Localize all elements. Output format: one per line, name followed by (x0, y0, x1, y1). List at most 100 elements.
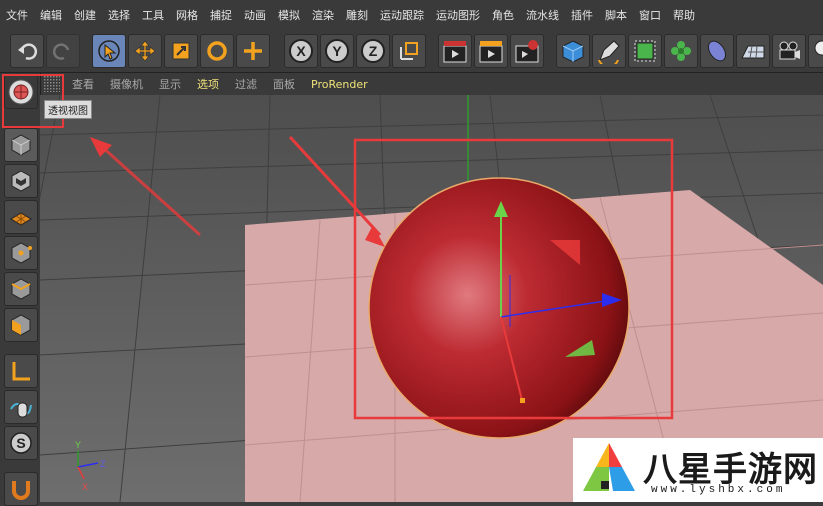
view-menu-panel[interactable]: 面板 (265, 76, 303, 92)
menu-file[interactable]: 文件 (0, 7, 34, 23)
move-tool-button[interactable] (128, 34, 162, 68)
cursor-icon (97, 39, 121, 63)
deformer-button[interactable] (700, 34, 734, 68)
render-view-button[interactable] (438, 34, 472, 68)
live-selection-button[interactable] (92, 34, 126, 68)
watermark-panel: 八星手游网 www.lyshbx.com (573, 438, 823, 502)
z-axis-icon: Z (360, 38, 386, 64)
edges-mode-button[interactable] (4, 272, 38, 306)
cube-icon (560, 38, 586, 64)
rotate-icon (205, 39, 229, 63)
menu-mesh[interactable]: 网格 (170, 7, 204, 23)
points-mode-button[interactable] (4, 236, 38, 270)
snap-s-icon: S (9, 431, 33, 455)
axis-label-y: Y (75, 440, 81, 450)
watermark-logo (579, 439, 641, 501)
menu-pipeline[interactable]: 流水线 (520, 7, 565, 23)
view-menu-display[interactable]: 显示 (151, 76, 189, 92)
axis-label-x: X (82, 482, 88, 492)
y-axis-icon: Y (324, 38, 350, 64)
magnet-button[interactable] (4, 472, 38, 506)
menu-render[interactable]: 渲染 (306, 7, 340, 23)
view-menu-view[interactable]: 查看 (64, 76, 102, 92)
viewport-menu-bar: 查看 摄像机 显示 选项 过滤 面板 ProRender (40, 73, 823, 95)
polygons-cube-icon (9, 313, 33, 337)
menu-tools[interactable]: 工具 (136, 7, 170, 23)
model-mode-button[interactable] (4, 128, 38, 162)
view-menu-options[interactable]: 选项 (189, 76, 227, 92)
z-axis-letter: Z (369, 43, 378, 59)
menu-create[interactable]: 创建 (68, 7, 102, 23)
y-axis-lock-button[interactable]: Y (320, 34, 354, 68)
points-cube-icon (9, 241, 33, 265)
x-axis-icon: X (288, 38, 314, 64)
view-menu-filter[interactable]: 过滤 (227, 76, 265, 92)
menu-window[interactable]: 窗口 (633, 7, 667, 23)
light-button[interactable] (808, 34, 823, 68)
coordinate-system-icon (397, 39, 421, 63)
menu-motion-tracker[interactable]: 运动跟踪 (374, 7, 430, 23)
workplane-button[interactable] (4, 200, 38, 234)
x-axis-lock-button[interactable]: X (284, 34, 318, 68)
z-handle[interactable] (520, 398, 525, 403)
undo-button[interactable] (10, 34, 44, 68)
menu-sculpt[interactable]: 雕刻 (340, 7, 374, 23)
cloner-icon (668, 38, 694, 64)
floor-grid-icon (740, 38, 766, 64)
model-cube-icon (9, 133, 33, 157)
camera-icon (776, 38, 802, 64)
view-menu-cameras[interactable]: 摄像机 (102, 76, 151, 92)
rotate-tool-button[interactable] (200, 34, 234, 68)
menu-select[interactable]: 选择 (102, 7, 136, 23)
view-menu-prorender[interactable]: ProRender (303, 78, 376, 91)
z-axis-lock-button[interactable]: Z (356, 34, 390, 68)
edges-cube-icon (9, 277, 33, 301)
scale-icon (169, 39, 193, 63)
cube-object-button[interactable] (556, 34, 590, 68)
coordinate-system-button[interactable] (392, 34, 426, 68)
menu-edit[interactable]: 编辑 (34, 7, 68, 23)
polygons-mode-button[interactable] (4, 308, 38, 342)
menu-plugins[interactable]: 插件 (565, 7, 599, 23)
recent-tool-button[interactable] (236, 34, 270, 68)
redo-icon (52, 40, 74, 62)
tweak-mode-button[interactable] (4, 390, 38, 424)
perspective-view-tooltip: 透视视图 (44, 100, 92, 119)
pen-spline-button[interactable] (592, 34, 626, 68)
subdivision-button[interactable] (628, 34, 662, 68)
undo-icon (16, 40, 38, 62)
render-picture-viewer-button[interactable] (474, 34, 508, 68)
menu-character[interactable]: 角色 (486, 7, 520, 23)
axis-mode-button[interactable] (4, 354, 38, 388)
redo-button[interactable] (46, 34, 80, 68)
axis-label-z: Z (100, 459, 106, 469)
bend-deformer-icon (704, 38, 730, 64)
texture-mode-button[interactable] (4, 164, 38, 198)
menu-bar: 文件 编辑 创建 选择 工具 网格 捕捉 动画 模拟 渲染 雕刻 运动跟踪 运动… (0, 0, 823, 31)
menu-help[interactable]: 帮助 (667, 7, 701, 23)
bulb-icon (810, 38, 823, 64)
cloner-button[interactable] (664, 34, 698, 68)
menu-mograph[interactable]: 运动图形 (430, 7, 486, 23)
workplane-grid-icon (9, 205, 33, 229)
watermark-url: www.lyshbx.com (651, 484, 785, 496)
menu-simulate[interactable]: 模拟 (272, 7, 306, 23)
menu-script[interactable]: 脚本 (599, 7, 633, 23)
floor-button[interactable] (736, 34, 770, 68)
axis-corner-icon (9, 359, 33, 383)
clapper-gear-icon (514, 38, 540, 64)
render-settings-button[interactable] (510, 34, 544, 68)
svg-text:S: S (16, 435, 25, 451)
snapping-button[interactable]: S (4, 426, 38, 460)
main-toolbar: X Y Z (0, 30, 823, 73)
menu-snap[interactable]: 捕捉 (204, 7, 238, 23)
pen-icon (596, 38, 622, 64)
green-cube-icon (632, 38, 658, 64)
checker-cube-icon (9, 169, 33, 193)
mouse-icon (9, 395, 33, 419)
scale-tool-button[interactable] (164, 34, 198, 68)
menu-animate[interactable]: 动画 (238, 7, 272, 23)
y-axis-letter: Y (332, 43, 342, 59)
x-axis-letter: X (296, 43, 306, 59)
camera-button[interactable] (772, 34, 806, 68)
